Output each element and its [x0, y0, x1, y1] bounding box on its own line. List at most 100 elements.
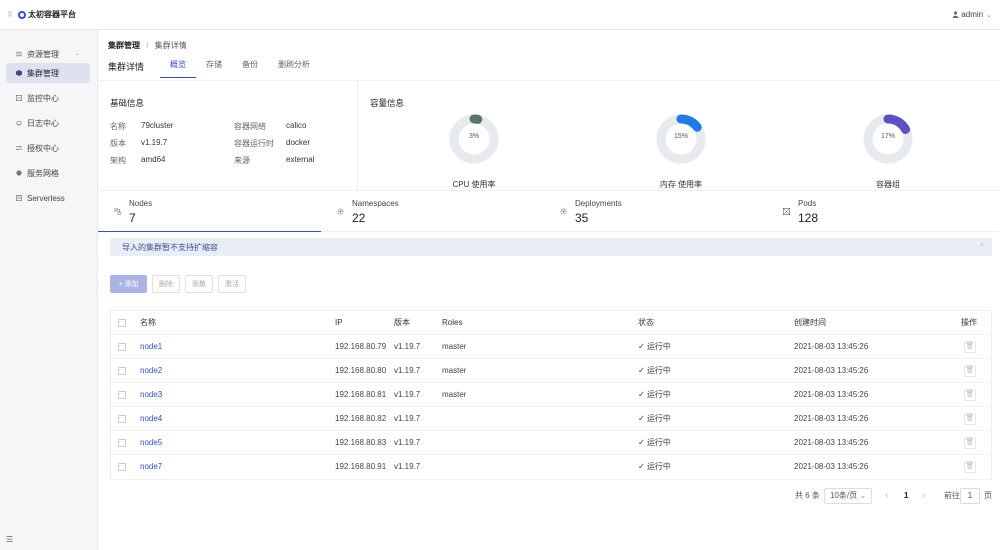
gauge-memory: 15%: [651, 109, 711, 169]
status-text: 运行中: [646, 342, 671, 351]
check-icon: ✓: [638, 366, 645, 375]
check-icon: ✓: [638, 414, 645, 423]
sidebar-item-label: Serverless: [27, 193, 65, 203]
info-label-arch: 架构: [110, 156, 126, 165]
check-icon: ✓: [638, 390, 645, 399]
stat-pods[interactable]: Pods 128: [767, 191, 990, 232]
logo-icon: [18, 10, 26, 19]
trash-icon[interactable]: 🗑: [964, 365, 976, 377]
trash-icon[interactable]: 🗑: [964, 389, 976, 401]
gauge-label-memory: 内存 使用率: [659, 180, 703, 189]
tab-overview[interactable]: 概览: [160, 60, 196, 78]
column-header-created[interactable]: 创建时间: [794, 311, 826, 335]
sidebar-item-clusters[interactable]: 集群管理: [6, 63, 90, 83]
node-name-link[interactable]: node2: [140, 359, 162, 383]
prev-page-icon[interactable]: ‹: [885, 488, 888, 504]
stat-name: Nodes: [129, 199, 153, 208]
node-ip: 192.168.80.80: [335, 366, 387, 375]
sidebar-item-resources[interactable]: 资源管理 ⌄: [6, 44, 90, 64]
user-menu[interactable]: admin ⌄: [952, 10, 992, 19]
node-name-link[interactable]: node5: [140, 431, 162, 455]
page-title: 集群详情: [108, 62, 145, 72]
username: admin: [961, 10, 984, 19]
column-header-status[interactable]: 状态: [638, 311, 654, 335]
sidebar-item-logs[interactable]: 日志中心: [6, 113, 90, 133]
goto-suffix: 页: [984, 491, 992, 500]
activate-button[interactable]: 激活: [218, 275, 246, 293]
app-logo[interactable]: 太初容器平台: [18, 9, 76, 20]
chevron-down-icon: ⌄: [859, 491, 867, 500]
row-checkbox[interactable]: [118, 463, 126, 471]
tab-backup[interactable]: 备份: [232, 60, 268, 78]
row-checkbox[interactable]: [118, 391, 126, 399]
table-row: node1 192.168.80.79 v1.19.7 master ✓ 运行中 2021…: [111, 335, 991, 359]
column-header-actions: 操作: [961, 318, 977, 327]
column-header-roles[interactable]: Roles: [442, 311, 462, 335]
goto-label: 前往: [944, 491, 960, 500]
bell-icon: [16, 120, 22, 126]
sidebar-item-mesh[interactable]: 服务网格: [6, 163, 90, 183]
nodes-table: 名称 IP 版本 Roles 状态 创建时间 操作 node1 192.168.8…: [110, 310, 992, 480]
node-name-link[interactable]: node3: [140, 383, 162, 407]
stat-nodes[interactable]: Nodes 7: [98, 191, 321, 232]
goto-page-input[interactable]: 1: [960, 488, 980, 504]
node-created: 2021-08-03 13:45:26: [794, 462, 869, 471]
page-size-value: 10条/页: [829, 491, 858, 500]
table-row: node4 192.168.80.82 v1.19.7 ✓ 运行中 2021-08-03…: [111, 407, 991, 431]
evict-button[interactable]: 驱散: [185, 275, 213, 293]
stat-name: Pods: [798, 199, 817, 208]
stat-deployments[interactable]: Deployments 35: [544, 191, 767, 232]
capacity-panel: 容量信息 3% CPU 使用率 15% 内存 使用率 17% 容器组: [358, 80, 1000, 190]
sidebar-item-serverless[interactable]: Serverless: [6, 188, 90, 208]
sidebar-item-auth[interactable]: 授权中心: [6, 138, 90, 158]
table-row: node5 192.168.80.83 v1.19.7 ✓ 运行中 2021-08-03…: [111, 431, 991, 455]
trash-icon[interactable]: 🗑: [964, 461, 976, 473]
chevron-down-icon: ⌄: [74, 51, 80, 57]
node-version: v1.19.7: [394, 390, 421, 399]
document-icon: [16, 195, 22, 201]
page-size-select[interactable]: 10条/页 ⌄: [824, 488, 872, 504]
node-created: 2021-08-03 13:45:26: [794, 414, 869, 423]
stat-name: Deployments: [575, 199, 622, 208]
breadcrumb-parent[interactable]: 集群管理: [108, 41, 140, 50]
node-created: 2021-08-03 13:45:26: [794, 390, 869, 399]
tab-storage[interactable]: 存储: [196, 60, 232, 78]
next-page-icon[interactable]: ›: [922, 488, 925, 504]
node-ip: 192.168.80.82: [335, 414, 387, 423]
stat-namespaces[interactable]: Namespaces 22: [321, 191, 544, 232]
info-value-network: calico: [286, 121, 307, 130]
node-name-link[interactable]: node4: [140, 407, 162, 431]
row-checkbox[interactable]: [118, 439, 126, 447]
delete-button[interactable]: 删除: [152, 275, 180, 293]
node-name-link[interactable]: node1: [140, 335, 162, 359]
column-header-version[interactable]: 版本: [394, 311, 410, 335]
select-all-checkbox[interactable]: [118, 319, 126, 327]
row-checkbox[interactable]: [118, 415, 126, 423]
apps-grid-icon[interactable]: ⠿: [2, 11, 18, 19]
column-header-ip[interactable]: IP: [335, 311, 343, 335]
node-ip: 192.168.80.79: [335, 342, 387, 351]
close-icon[interactable]: ×: [980, 242, 984, 249]
row-checkbox[interactable]: [118, 367, 126, 375]
row-checkbox[interactable]: [118, 343, 126, 351]
pagination-total: 共 6 条: [795, 491, 820, 500]
sidebar: 资源管理 ⌄ 集群管理 监控中心 日志中心 授权中心 服务网格 Serverle…: [0, 30, 98, 550]
add-button[interactable]: + 添加: [110, 275, 147, 293]
node-name-link[interactable]: node7: [140, 455, 162, 479]
trash-icon[interactable]: 🗑: [964, 341, 976, 353]
table-row: node3 192.168.80.81 v1.19.7 master ✓ 运行中 2021…: [111, 383, 991, 407]
stats-bar: Nodes 7 Namespaces 22 Deployments 35 Pod…: [98, 190, 1000, 232]
trash-icon[interactable]: 🗑: [964, 437, 976, 449]
sidebar-item-monitoring[interactable]: 监控中心: [6, 88, 90, 108]
info-value-runtime: docker: [286, 138, 311, 147]
tab-analysis[interactable]: 删刷分析: [268, 60, 320, 78]
page-number-current[interactable]: 1: [904, 488, 908, 504]
tab-bar: 概览 存储 备份 删刷分析: [160, 60, 320, 78]
trash-icon[interactable]: 🗑: [964, 413, 976, 425]
node-created: 2021-08-03 13:45:26: [794, 366, 869, 375]
table-row: node2 192.168.80.80 v1.19.7 master ✓ 运行中 2021…: [111, 359, 991, 383]
collapse-sidebar-icon[interactable]: ☰: [6, 535, 13, 544]
node-roles: master: [442, 390, 467, 399]
column-header-name[interactable]: 名称: [140, 311, 156, 335]
info-value-source: external: [286, 155, 315, 164]
